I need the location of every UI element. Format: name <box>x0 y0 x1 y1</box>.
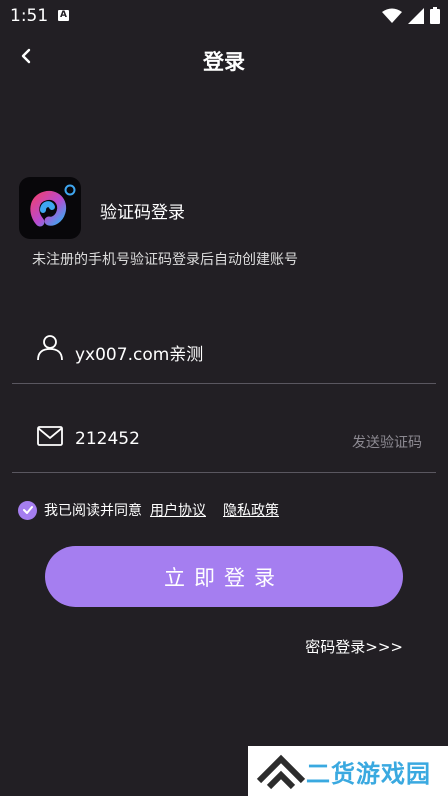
login-heading: 验证码登录 <box>100 203 185 223</box>
password-login-link[interactable]: 密码登录>>> <box>305 636 403 657</box>
privacy-policy-link[interactable]: 隐私政策 <box>223 500 279 520</box>
status-bar: 1:51 A <box>0 0 448 32</box>
nav-bar: 登录 <box>0 40 448 80</box>
mail-icon <box>37 426 63 446</box>
wifi-icon <box>382 8 402 23</box>
send-code-button[interactable]: 发送验证码 <box>352 432 422 452</box>
agree-checkbox[interactable] <box>18 500 37 520</box>
status-time: 1:51 <box>10 6 49 26</box>
watermark: 二货游戏园 <box>248 746 448 796</box>
signal-icon <box>408 7 424 24</box>
status-icons <box>382 7 440 24</box>
app-logo-icon <box>30 184 76 227</box>
watermark-logo-icon <box>256 754 306 790</box>
user-agreement-link[interactable]: 用户协议 <box>150 500 206 520</box>
code-input[interactable]: 212452 <box>75 429 140 449</box>
user-icon <box>37 335 63 361</box>
agreement-row: 我已阅读并同意 用户协议 隐私政策 <box>18 499 296 521</box>
check-icon <box>22 506 33 514</box>
app-logo <box>19 177 81 239</box>
agree-text: 我已阅读并同意 <box>44 503 142 519</box>
phone-field[interactable]: yx007.com亲测 <box>12 333 436 384</box>
battery-icon <box>430 7 440 24</box>
page-title: 登录 <box>203 50 245 74</box>
notification-app-icon: A <box>58 10 69 21</box>
phone-input[interactable]: yx007.com亲测 <box>75 340 203 365</box>
login-button[interactable]: 立即登录 <box>45 546 403 607</box>
watermark-text: 二货游戏园 <box>306 760 431 788</box>
login-hint: 未注册的手机号验证码登录后自动创建账号 <box>32 252 298 268</box>
code-field[interactable]: 212452 发送验证码 <box>12 422 436 473</box>
